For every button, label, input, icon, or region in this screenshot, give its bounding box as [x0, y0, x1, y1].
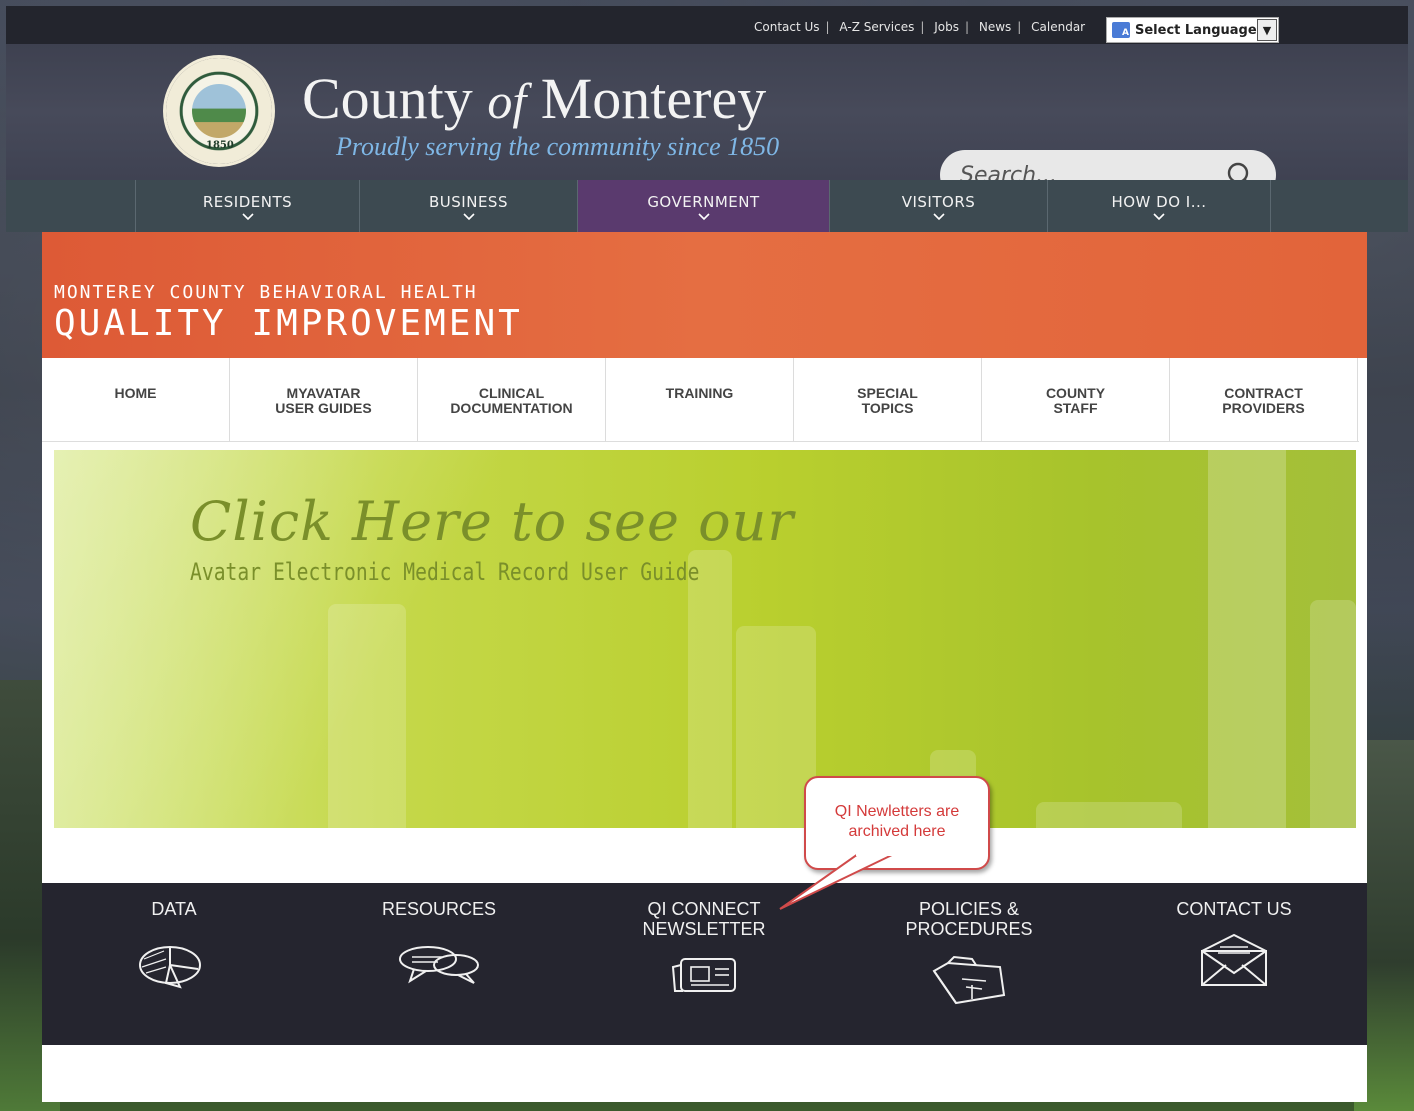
- tile-policies-procedures[interactable]: POLICIES & PROCEDURES: [849, 899, 1089, 1009]
- site-title-of: of: [487, 73, 527, 129]
- news-link[interactable]: News: [979, 20, 1011, 34]
- folder-icon: [932, 955, 1006, 1005]
- jobs-link[interactable]: Jobs: [934, 20, 959, 34]
- calendar-link[interactable]: Calendar: [1031, 20, 1085, 34]
- decorative-bar: [328, 604, 406, 828]
- nav-visitors-label: VISITORS: [901, 193, 976, 211]
- envelope-icon: [1201, 933, 1267, 986]
- tile-qi-connect-newsletter[interactable]: QI CONNECT NEWSLETTER: [584, 899, 824, 999]
- seal-year: 1850: [206, 140, 234, 151]
- nav-residents[interactable]: RESIDENTS: [135, 180, 359, 232]
- chevron-down-icon: [932, 213, 945, 221]
- hero-subtitle: Avatar Electronic Medical Record User Gu…: [190, 558, 700, 586]
- newspaper-icon: [671, 958, 736, 992]
- decorative-bar: [1208, 450, 1286, 828]
- subnav-clinical-documentation[interactable]: CLINICAL DOCUMENTATION: [418, 358, 606, 442]
- tile-label: RESOURCES: [381, 899, 497, 919]
- tile-resources[interactable]: RESOURCES: [319, 899, 559, 989]
- nav-business[interactable]: BUSINESS: [359, 180, 577, 232]
- site-title-county: County: [302, 66, 488, 131]
- subnav-myavatar-user-guides[interactable]: MYAVATAR USER GUIDES: [230, 358, 418, 442]
- subnav-special-topics[interactable]: SPECIAL TOPICS: [794, 358, 982, 442]
- subnav-label-line2: STAFF: [1053, 400, 1098, 416]
- nav-how-do-i[interactable]: HOW DO I...: [1047, 180, 1271, 232]
- nav-how-do-i-label: HOW DO I...: [1111, 193, 1207, 211]
- tile-label-line2: PROCEDURES: [905, 919, 1033, 939]
- tile-label: DATA: [151, 899, 197, 919]
- pie-chart-icon: [139, 946, 201, 989]
- separator: |: [964, 20, 970, 34]
- hero-script-text: Click Here to see our: [190, 490, 795, 553]
- nav-residents-label: RESIDENTS: [202, 193, 293, 211]
- subnav-label-line2: PROVIDERS: [1222, 400, 1305, 416]
- az-services-link[interactable]: A-Z Services: [839, 20, 914, 34]
- callout-line2: archived here: [848, 823, 946, 840]
- nav-visitors[interactable]: VISITORS: [829, 180, 1047, 232]
- chevron-down-icon: [462, 213, 475, 221]
- decorative-bar: [1310, 600, 1356, 828]
- separator: |: [1017, 20, 1022, 34]
- subnav-contract-providers[interactable]: CONTRACT PROVIDERS: [1170, 358, 1358, 442]
- nav-business-label: BUSINESS: [429, 193, 508, 211]
- subnav-home[interactable]: HOME: [42, 358, 230, 442]
- main-navigation: RESIDENTS BUSINESS GOVERNMENT VISITORS H…: [6, 180, 1408, 232]
- section-navigation: HOME MYAVATAR USER GUIDES CLINICAL DOCUM…: [42, 358, 1359, 442]
- tile-contact-us[interactable]: CONTACT US: [1114, 899, 1354, 989]
- banner-subtitle: MONTEREY COUNTY BEHAVIORAL HEALTH: [54, 282, 478, 303]
- subnav-label-line2: TOPICS: [861, 400, 914, 416]
- contact-us-link[interactable]: Contact Us: [754, 20, 820, 34]
- content-panel: MONTEREY COUNTY BEHAVIORAL HEALTH QUALIT…: [42, 232, 1367, 1102]
- avatar-guide-hero-banner[interactable]: Click Here to see our Avatar Electronic …: [54, 450, 1356, 828]
- callout-line1: QI Newletters are: [834, 803, 960, 820]
- subnav-label-line1: MYAVATAR: [286, 385, 361, 401]
- tile-label-line2: NEWSLETTER: [642, 919, 766, 939]
- subnav-home-label: HOME: [114, 385, 157, 401]
- site-header: 1850 County of Monterey Proudly serving …: [6, 44, 1408, 200]
- qi-banner: MONTEREY COUNTY BEHAVIORAL HEALTH QUALIT…: [42, 232, 1367, 358]
- decorative-bar: [688, 550, 732, 828]
- language-select-label: Select Language: [1135, 22, 1257, 38]
- seal-tree-emblem: [192, 84, 246, 138]
- county-seal-logo[interactable]: 1850: [166, 58, 272, 164]
- language-select[interactable]: Select Language ▼: [1106, 17, 1279, 43]
- chevron-down-icon: [697, 213, 710, 221]
- chevron-down-icon[interactable]: ▼: [1257, 19, 1277, 41]
- subnav-county-staff[interactable]: COUNTY STAFF: [982, 358, 1170, 442]
- subnav-label-line1: CLINICAL: [478, 385, 545, 401]
- subnav-training-label: TRAINING: [665, 385, 734, 401]
- nav-government[interactable]: GOVERNMENT: [577, 180, 829, 232]
- speech-bubbles-icon: [399, 946, 479, 984]
- utility-bar: Contact Us | A-Z Services | Jobs | News | Ca…: [6, 6, 1408, 44]
- chevron-down-icon: [1153, 213, 1165, 221]
- subnav-label-line1: COUNTY: [1045, 385, 1106, 401]
- subnav-label-line1: CONTRACT: [1224, 385, 1303, 401]
- utility-links: Contact Us | A-Z Services | Jobs | News | Ca…: [754, 20, 1085, 34]
- site-title[interactable]: County of Monterey: [302, 70, 766, 128]
- separator: |: [825, 20, 830, 34]
- decorative-bar: [1036, 802, 1182, 828]
- subnav-label-line2: DOCUMENTATION: [450, 400, 573, 416]
- banner-title: QUALITY IMPROVEMENT: [54, 303, 523, 344]
- subnav-training[interactable]: TRAINING: [606, 358, 794, 442]
- quick-links-band: DATA RESOURCES QI CONNECT NEWSLETTER POL…: [42, 883, 1367, 1045]
- chevron-down-icon: [241, 213, 254, 221]
- tile-label: CONTACT US: [1176, 899, 1292, 919]
- callout-pointer: [779, 852, 896, 910]
- site-title-monterey: Monterey: [526, 66, 767, 131]
- separator: |: [920, 20, 925, 34]
- site-tagline: Proudly serving the community since 1850: [336, 132, 780, 161]
- subnav-label-line1: SPECIAL: [857, 385, 918, 401]
- translate-icon: [1112, 22, 1130, 38]
- tile-data[interactable]: DATA: [54, 899, 294, 991]
- subnav-label-line2: USER GUIDES: [275, 400, 372, 416]
- nav-government-label: GOVERNMENT: [647, 193, 760, 211]
